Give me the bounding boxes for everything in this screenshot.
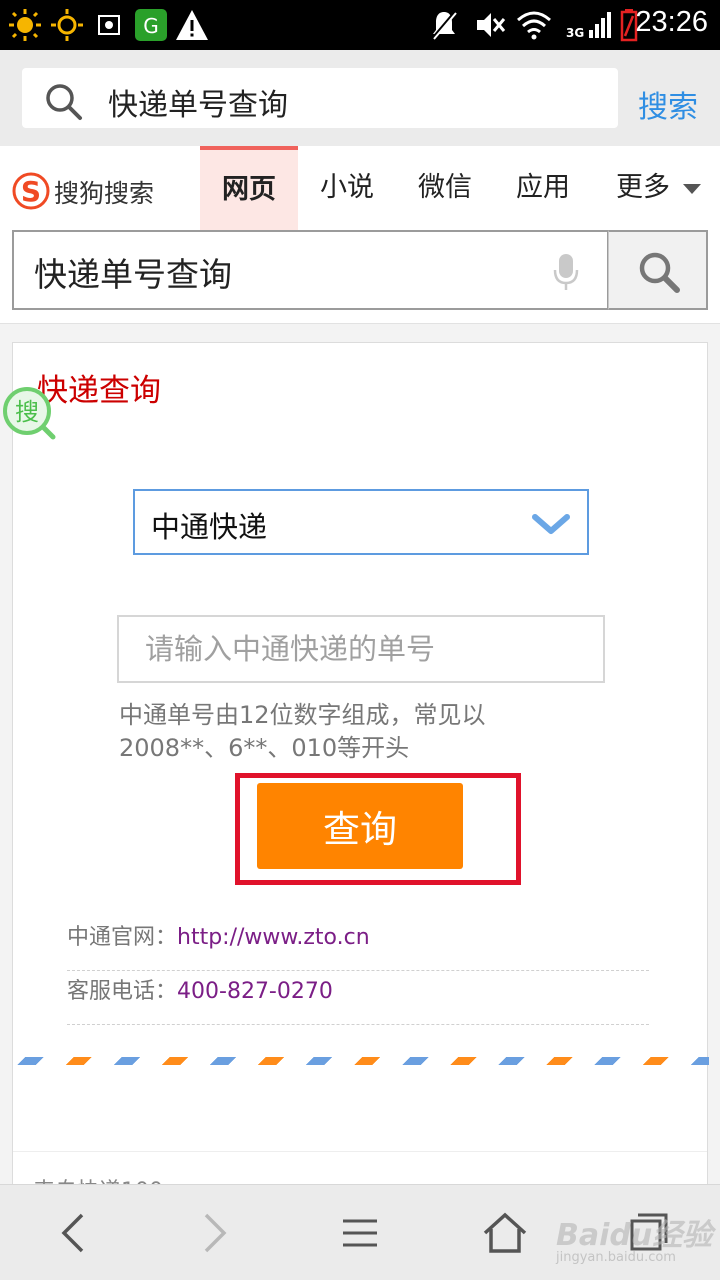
watermark-text: Baidu经验 bbox=[556, 1218, 713, 1253]
sogou-logo[interactable]: S 搜狗搜索 bbox=[12, 172, 154, 212]
sogou-search-input[interactable]: 快递单号查询 bbox=[12, 230, 609, 310]
carrier-select[interactable]: 中通快递 bbox=[133, 489, 589, 555]
tab-webpage[interactable]: 网页 bbox=[200, 146, 298, 230]
forward-icon[interactable] bbox=[198, 1211, 232, 1255]
menu-icon[interactable] bbox=[340, 1211, 380, 1255]
phone-link[interactable]: 400-827-0270 bbox=[177, 979, 333, 1004]
browser-address-bar: 快递单号查询 搜索 bbox=[0, 50, 720, 146]
sogou-logo-icon: S bbox=[12, 172, 50, 210]
tracking-number-input[interactable] bbox=[117, 615, 605, 683]
signal-icon bbox=[589, 12, 611, 38]
back-icon[interactable] bbox=[56, 1211, 90, 1255]
tab-label: 小说 bbox=[320, 172, 374, 203]
status-bar: G 3G 23:26 bbox=[0, 0, 720, 50]
tab-label: 微信 bbox=[418, 172, 472, 203]
mute-icon bbox=[477, 13, 506, 37]
chevron-down-icon bbox=[683, 184, 701, 194]
official-site-link[interactable]: http://www.zto.cn bbox=[177, 925, 370, 950]
address-text: 快递单号查询 bbox=[108, 88, 288, 123]
wifi-icon bbox=[517, 11, 551, 40]
phone-label: 客服电话： bbox=[67, 979, 178, 1004]
tab-novel[interactable]: 小说 bbox=[302, 146, 392, 230]
tab-label: 网页 bbox=[222, 174, 276, 205]
phone-row: 客服电话：400-827-0270 bbox=[67, 973, 649, 1025]
warning-icon bbox=[176, 10, 208, 40]
badge-text: 搜 bbox=[15, 398, 39, 426]
search-icon bbox=[46, 84, 82, 120]
chevron-down-icon bbox=[532, 514, 570, 534]
sogou-header: S 搜狗搜索 网页 小说 微信 应用 更多 快递单号查询 bbox=[0, 146, 720, 324]
web-page: S 搜狗搜索 网页 小说 微信 应用 更多 快递单号查询 快递查询 搜 中通快递… bbox=[0, 146, 720, 1184]
search-icon bbox=[639, 252, 680, 293]
tab-wechat[interactable]: 微信 bbox=[400, 146, 490, 230]
official-site-row: 中通官网：http://www.zto.cn bbox=[67, 919, 649, 971]
tracking-hint: 中通单号由12位数字组成，常见以2008**、6**、010等开头 bbox=[119, 701, 486, 762]
sogou-float-icon[interactable]: 搜 bbox=[1, 385, 57, 441]
tab-apps[interactable]: 应用 bbox=[498, 146, 588, 230]
express-query-card: 快递查询 搜 中通快递 中通单号由12位数字组成，常见以2008**、6**、0… bbox=[3, 342, 709, 1184]
sogou-search-button[interactable] bbox=[608, 230, 708, 310]
watermark-subtext: jingyan.baidu.com bbox=[556, 1250, 676, 1265]
address-field[interactable]: 快递单号查询 bbox=[22, 68, 618, 128]
airmail-divider bbox=[13, 1057, 709, 1065]
app-notification-icon: G bbox=[135, 9, 167, 41]
official-site-label: 中通官网： bbox=[67, 925, 178, 950]
screenshot-icon bbox=[98, 15, 120, 35]
tab-label: 应用 bbox=[516, 172, 570, 203]
home-icon[interactable] bbox=[482, 1211, 528, 1255]
clock: 23:26 bbox=[635, 6, 708, 38]
svg-text:S: S bbox=[21, 175, 41, 208]
tab-more[interactable]: 更多 bbox=[598, 146, 688, 230]
tab-label: 更多 bbox=[616, 172, 670, 203]
svg-text:G: G bbox=[143, 14, 159, 38]
microphone-icon[interactable] bbox=[552, 252, 580, 292]
sun-outline-icon bbox=[51, 9, 83, 41]
divider bbox=[13, 1151, 707, 1152]
network-type-label: 3G bbox=[566, 26, 585, 40]
carrier-selected-value: 中通快递 bbox=[151, 510, 268, 544]
sogou-logo-text: 搜狗搜索 bbox=[54, 179, 155, 208]
query-text: 快递单号查询 bbox=[34, 255, 232, 294]
query-button[interactable]: 查询 bbox=[257, 783, 463, 869]
brightness-icon bbox=[9, 9, 41, 41]
browser-search-button[interactable]: 搜索 bbox=[638, 82, 698, 126]
source-label: 来自快递100 bbox=[33, 1173, 163, 1184]
notifications-off-icon bbox=[431, 11, 457, 40]
